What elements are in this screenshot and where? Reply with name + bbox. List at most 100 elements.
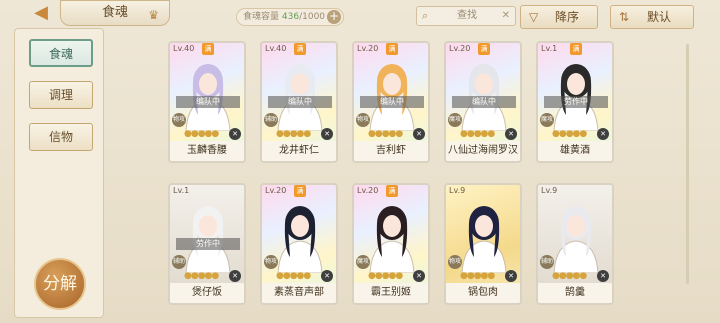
card-status: 劳作中	[176, 238, 240, 250]
clear-icon[interactable]: ✕	[502, 7, 510, 25]
card-name: 玉麟香腰	[170, 141, 244, 161]
card-level: Lv.40	[173, 44, 195, 53]
rank-stars: ●●●●●	[552, 129, 587, 139]
food-soul-card[interactable]: Lv.20 满编队中 魔攻 ●●●●● ✕ 八仙过海闹罗汉	[444, 41, 522, 163]
element-icon: ✕	[321, 128, 333, 140]
max-badge: 满	[570, 43, 582, 55]
element-icon: ✕	[413, 270, 425, 282]
capacity-current: 436	[281, 12, 300, 22]
role-type-badge: 魔攻	[540, 113, 554, 127]
default-label: 默认	[647, 10, 672, 24]
element-icon: ✕	[505, 128, 517, 140]
card-name: 锅包肉	[446, 283, 520, 303]
card-status: 编队中	[176, 96, 240, 108]
food-soul-card[interactable]: Lv.9 物攻 ●●●●● ✕ 锅包肉	[444, 183, 522, 305]
rank-stars: ●●●●●	[276, 129, 311, 139]
max-badge: 满	[386, 185, 398, 197]
card-level: Lv.20	[265, 186, 287, 195]
role-type-badge: 魔攻	[356, 255, 370, 269]
card-level: Lv.1	[173, 186, 190, 195]
role-type-badge: 物攻	[356, 113, 370, 127]
food-soul-card[interactable]: Lv.20 满魔攻 ●●●●● ✕ 霸王别姬	[352, 183, 430, 305]
element-icon: ✕	[229, 128, 241, 140]
sort-label: 降序	[555, 10, 580, 24]
capacity-max: /1000	[299, 12, 326, 22]
character-portrait	[553, 206, 599, 273]
role-type-badge: 物攻	[448, 255, 462, 269]
rank-stars: ●●●●●	[184, 271, 219, 281]
card-level: Lv.1	[541, 44, 558, 53]
card-status: 编队中	[452, 96, 516, 108]
tab-title: 食魂 ♛	[60, 0, 170, 26]
card-level: Lv.9	[449, 186, 466, 195]
card-level: Lv.20	[357, 44, 379, 53]
sort-button[interactable]: ▽ 降序	[520, 5, 598, 29]
character-portrait	[277, 206, 323, 273]
max-badge: 满	[202, 43, 214, 55]
sidebar-item-conditioning[interactable]: 调理	[29, 81, 93, 109]
element-icon: ✕	[321, 270, 333, 282]
character-portrait	[369, 206, 415, 273]
card-name: 雄黄酒	[538, 141, 612, 161]
sort-icon: ▽	[529, 10, 539, 24]
search-input[interactable]: ⌕ 查找 ✕	[416, 6, 516, 26]
default-filter-button[interactable]: ⇅ 默认	[610, 5, 694, 29]
capacity-label: 食魂容量	[243, 12, 280, 22]
card-name: 龙井虾仁	[262, 141, 336, 161]
decompose-button[interactable]: 分解	[34, 258, 86, 310]
element-icon: ✕	[597, 270, 609, 282]
rank-stars: ●●●●●	[460, 129, 495, 139]
crown-icon: ♛	[148, 8, 159, 22]
card-name: 鹄羹	[538, 283, 612, 303]
card-name: 煲仔饭	[170, 283, 244, 303]
search-icon: ⌕	[422, 9, 429, 22]
element-icon: ✕	[505, 270, 517, 282]
element-icon: ✕	[413, 128, 425, 140]
element-icon: ✕	[597, 128, 609, 140]
max-badge: 满	[386, 43, 398, 55]
food-soul-card[interactable]: Lv.40 满编队中物攻 ●●●●● ✕ 玉麟香腰	[168, 41, 246, 163]
rank-stars: ●●●●●	[184, 129, 219, 139]
card-level: Lv.40	[265, 44, 287, 53]
card-status: 劳作中	[544, 96, 608, 108]
rank-stars: ●●●●●	[368, 271, 403, 281]
character-portrait	[461, 206, 507, 273]
card-level: Lv.9	[541, 186, 558, 195]
role-type-badge: 辅助	[264, 113, 278, 127]
card-name: 吉利虾	[354, 141, 428, 161]
food-soul-grid: Lv.40 满编队中 物攻 ●●●●● ✕ 玉麟香腰 Lv.40 满编队中 辅助 ●●●●● ✕ 龙井…	[160, 38, 690, 323]
card-level: Lv.20	[357, 186, 379, 195]
card-name: 八仙过海闹罗汉	[446, 141, 520, 161]
scrollbar[interactable]	[686, 44, 689, 284]
role-type-badge: 辅助	[172, 255, 186, 269]
character-portrait	[277, 64, 323, 131]
rank-stars: ●●●●●	[552, 271, 587, 281]
sidebar-item-token[interactable]: 信物	[29, 123, 93, 151]
character-portrait	[185, 64, 231, 131]
rank-stars: ●●●●●	[368, 129, 403, 139]
back-arrow-icon[interactable]: ◀	[26, 2, 56, 24]
food-soul-card[interactable]: Lv.9 辅助 ●●●●● ✕ 鹄羹	[536, 183, 614, 305]
food-soul-card[interactable]: Lv.20 满编队中 物攻 ●●●●● ✕ 吉利虾	[352, 41, 430, 163]
role-type-badge: 辅助	[540, 255, 554, 269]
sidebar-item-food-soul[interactable]: 食魂	[29, 39, 93, 67]
filter-icon: ⇅	[619, 10, 630, 24]
rank-stars: ●●●●●	[276, 271, 311, 281]
food-soul-card[interactable]: Lv.40 满编队中 辅助 ●●●●● ✕ 龙井虾仁	[260, 41, 338, 163]
character-portrait	[553, 64, 599, 131]
food-soul-card[interactable]: Lv.1 劳作中辅助 ●●●●● ✕ 煲仔饭	[168, 183, 246, 305]
food-soul-card[interactable]: Lv.1 满劳作中魔攻 ●●●●● ✕ 雄黄酒	[536, 41, 614, 163]
search-label: 查找	[457, 10, 477, 21]
capacity-box: 食魂容量 436/1000 +	[236, 8, 344, 26]
food-soul-card[interactable]: Lv.20 满物攻 ●●●●● ✕ 素蒸音声部	[260, 183, 338, 305]
max-badge: 满	[294, 185, 306, 197]
character-portrait	[185, 206, 231, 273]
card-level: Lv.20	[449, 44, 471, 53]
card-name: 素蒸音声部	[262, 283, 336, 303]
element-icon: ✕	[229, 270, 241, 282]
add-capacity-button[interactable]: +	[327, 10, 341, 24]
role-type-badge: 物攻	[172, 113, 186, 127]
card-status: 编队中	[268, 96, 332, 108]
rank-stars: ●●●●●	[460, 271, 495, 281]
role-type-badge: 魔攻	[448, 113, 462, 127]
